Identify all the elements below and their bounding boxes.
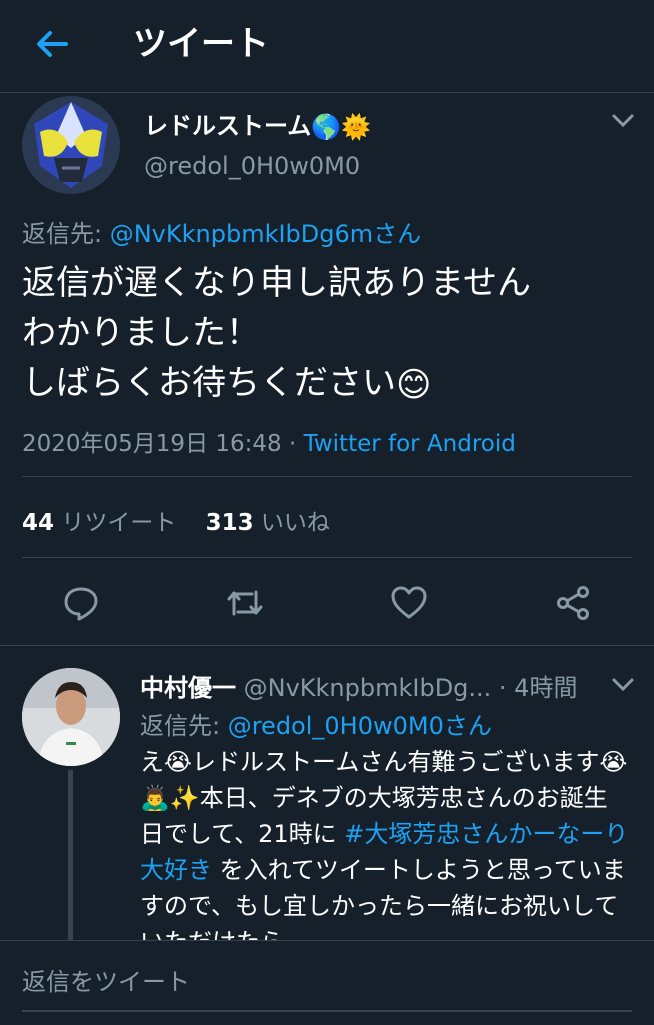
compose-underline [22, 1010, 632, 1012]
like-icon[interactable] [390, 584, 428, 622]
source-link[interactable]: Twitter for Android [304, 431, 516, 457]
reply-text-part: を入れてツイートしようと思っていますので、もし宜しかったら一緒にお祝いしていただ… [140, 856, 626, 940]
reply-mention-link[interactable]: @redol_0H0w0M0さん [228, 712, 492, 740]
reply-icon[interactable] [62, 584, 100, 622]
divider [22, 476, 632, 477]
page-title: ツイート [133, 24, 269, 64]
tweet-line: 返信が遅くなり申し訳ありません [22, 263, 531, 303]
reply-mention-link[interactable]: @NvKknpbmkIbDg6mさん [110, 220, 421, 248]
tweet-line: しばらくお待ちください😊 [22, 358, 642, 410]
divider [0, 645, 654, 646]
likes-stat[interactable]: 313 いいね [206, 510, 330, 536]
avatar[interactable] [22, 96, 120, 194]
tweet-meta: 2020年05月19日 16:48 · Twitter for Android [22, 424, 516, 458]
chevron-down-icon[interactable] [610, 676, 636, 694]
author-handle[interactable]: @redol_0H0w0M0 [144, 152, 360, 180]
reply-author[interactable]: 中村優一 @NvKknpbmkIbDg... · 4時間 [140, 668, 610, 703]
tweet-line: わかりました！ [22, 313, 260, 353]
header-divider [0, 92, 654, 93]
top-bar: ツイート [0, 0, 654, 92]
smiling-face-emoji: 😊 [396, 364, 432, 405]
avatar[interactable] [22, 668, 120, 766]
divider [22, 557, 632, 558]
reply-text: え😭レドルストームさん有難うございます😭🙇‍♂️✨本日、デネブの大塚芳忠さんのお… [140, 744, 630, 940]
reply-label: 返信先: [22, 220, 110, 248]
retweet-label: リツイート [54, 510, 177, 536]
retweet-count: 44 [22, 510, 55, 536]
reply-compose-input[interactable]: 返信をツイート [22, 962, 190, 997]
meta-separator: · [281, 431, 304, 457]
sun-icon: 🌞 [341, 113, 372, 141]
thread-line [68, 770, 73, 940]
tweet-text: 返信が遅くなり申し訳ありません わかりました！ しばらくお待ちください😊 [22, 258, 642, 410]
globe-icon: 🌎 [311, 113, 342, 141]
display-name: レドルストーム [144, 112, 312, 140]
author-name[interactable]: レドルストーム🌎🌞 [144, 106, 371, 141]
like-count: 313 [205, 510, 254, 536]
tweet-stats: 44 リツイート 313 いいね [22, 503, 330, 537]
reply-context: 返信先: @NvKknpbmkIbDg6mさん [22, 214, 421, 249]
retweets-stat[interactable]: 44 リツイート [22, 510, 176, 536]
reply-context: 返信先: @redol_0H0w0M0さん [140, 706, 492, 741]
back-arrow-icon[interactable] [30, 22, 74, 66]
retweet-icon[interactable] [226, 584, 264, 622]
timestamp: 2020年05月19日 16:48 [22, 431, 282, 457]
like-label: いいね [253, 510, 330, 536]
reply-time: · 4時間 [491, 674, 578, 702]
reply-handle: @NvKknpbmkIbDg... [236, 674, 492, 702]
chevron-down-icon[interactable] [610, 112, 636, 130]
reply-label: 返信先: [140, 712, 228, 740]
reply-display-name: 中村優一 [140, 674, 236, 702]
share-icon[interactable] [554, 584, 592, 622]
